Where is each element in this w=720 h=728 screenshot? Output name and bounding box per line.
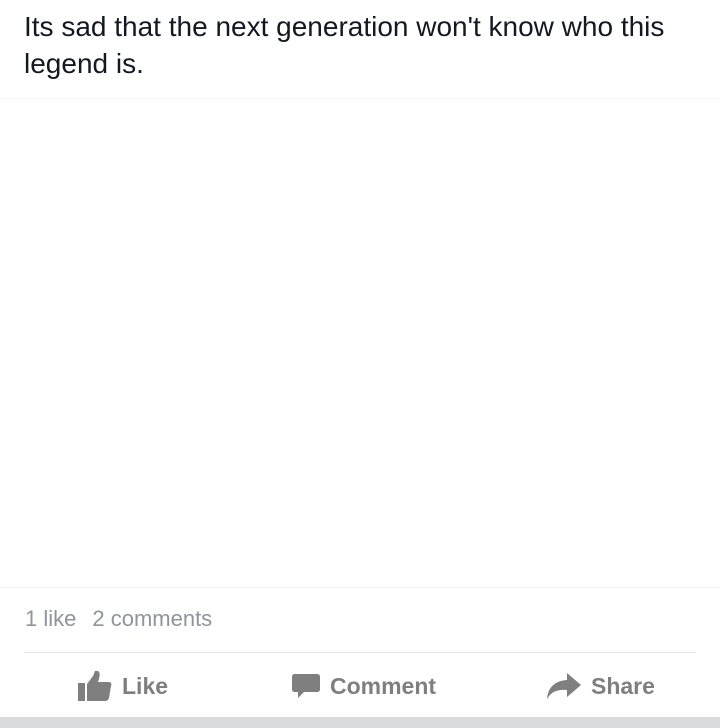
post-stats: 1 like 2 comments — [25, 606, 212, 632]
speech-bubble-icon — [292, 672, 320, 700]
like-label: Like — [122, 672, 169, 699]
card-bottom-border — [0, 717, 720, 728]
share-button[interactable]: Share — [547, 664, 655, 708]
share-arrow-icon — [547, 673, 581, 699]
thumbs-up-icon — [78, 671, 112, 701]
like-button[interactable]: Like — [78, 664, 168, 708]
post-text: Its sad that the next generation won't k… — [24, 11, 665, 79]
comment-label: Comment — [330, 672, 437, 699]
comment-button[interactable]: Comment — [292, 664, 436, 708]
post-media-area[interactable] — [0, 98, 720, 588]
share-label: Share — [591, 672, 655, 699]
divider — [24, 652, 696, 653]
likes-count-link[interactable]: 1 like — [25, 606, 76, 632]
comments-count-link[interactable]: 2 comments — [92, 606, 212, 632]
action-bar: Like Comment Share — [0, 664, 720, 708]
